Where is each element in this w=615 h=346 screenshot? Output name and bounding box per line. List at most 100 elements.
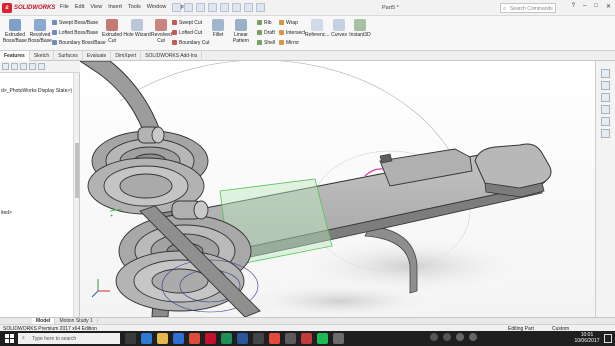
graphics-area[interactable]: ✦ xyxy=(80,61,595,317)
system-tray xyxy=(430,333,477,341)
menu-file[interactable]: File xyxy=(60,4,69,10)
menu-insert[interactable]: Insert xyxy=(108,4,122,10)
taskbar-search-input[interactable]: ⌕ Type here to search xyxy=(18,333,120,344)
search-input[interactable]: ⌕ Search Commands xyxy=(500,3,556,13)
swept-cut-button[interactable]: Swept Cut xyxy=(172,20,202,26)
app-icon-3[interactable] xyxy=(333,333,344,344)
tray-icon-1[interactable] xyxy=(430,333,438,341)
shell-button[interactable]: Shell xyxy=(257,40,275,46)
document-title: Part5 * xyxy=(382,5,399,11)
open-icon[interactable] xyxy=(184,3,193,12)
instant3d-button[interactable]: Instant3D xyxy=(349,19,371,38)
chrome-icon[interactable] xyxy=(189,333,200,344)
quick-access-toolbar xyxy=(172,3,265,12)
boundary-boss-button[interactable]: Boundary Boss/Base xyxy=(52,40,106,46)
property-manager-icon[interactable] xyxy=(11,63,18,70)
pin-small xyxy=(379,153,393,164)
intersect-button[interactable]: Intersect xyxy=(279,30,305,36)
lofted-cut-button[interactable]: Lofted Cut xyxy=(172,30,202,36)
menu-tools[interactable]: Tools xyxy=(128,4,141,10)
save-icon[interactable] xyxy=(196,3,205,12)
revolved-cut-button[interactable]: Revolved Cut xyxy=(151,19,172,44)
app-icon[interactable] xyxy=(253,333,264,344)
linear-pattern-button[interactable]: Linear Pattern xyxy=(227,19,255,44)
appearances-icon[interactable] xyxy=(601,117,610,126)
menu-window[interactable]: Window xyxy=(147,4,167,10)
taskbar-search-icon: ⌕ xyxy=(22,335,25,341)
tab-sketch[interactable]: Sketch xyxy=(30,51,55,61)
edge-icon[interactable] xyxy=(141,333,152,344)
task-view-icon[interactable] xyxy=(125,333,136,344)
rib-button[interactable]: Rib xyxy=(257,20,272,26)
maximize-button[interactable]: □ xyxy=(594,3,598,10)
boundary-cut-button[interactable]: Boundary Cut xyxy=(172,40,210,46)
hole-wizard-button[interactable]: Hole Wizard xyxy=(123,19,151,38)
help-button[interactable]: ? xyxy=(572,3,575,10)
panel-toolbar xyxy=(0,61,80,73)
view-palette-icon[interactable] xyxy=(601,105,610,114)
notification-icon[interactable] xyxy=(604,334,612,343)
boundary-cut-label: Boundary Cut xyxy=(179,40,210,46)
curves-button[interactable]: Curves xyxy=(329,19,349,38)
tab-features[interactable]: Features xyxy=(0,51,30,61)
design-library-icon[interactable] xyxy=(601,81,610,90)
lofted-boss-button[interactable]: Lofted Boss/Base xyxy=(52,30,98,36)
close-button[interactable]: ✕ xyxy=(606,3,611,10)
linear-pattern-label: Linear Pattern xyxy=(232,32,250,44)
clock[interactable]: 10:01 10/06/2017 xyxy=(574,332,600,344)
resources-icon[interactable] xyxy=(601,69,610,78)
select-icon[interactable] xyxy=(232,3,241,12)
mirror-button[interactable]: Mirror xyxy=(279,40,299,46)
rebuild-icon[interactable] xyxy=(244,3,253,12)
brand-name: SOLIDWORKS xyxy=(14,5,56,11)
network-icon[interactable] xyxy=(456,333,464,341)
windows-start-icon[interactable] xyxy=(5,334,14,343)
hole-wizard-icon xyxy=(131,19,143,31)
word-icon[interactable] xyxy=(237,333,248,344)
tab-evaluate[interactable]: Evaluate xyxy=(83,51,112,61)
extruded-cut-button[interactable]: Extruded Cut xyxy=(102,19,122,44)
lofted-cut-label: Lofted Cut xyxy=(179,30,203,36)
tray-icon-2[interactable] xyxy=(443,333,451,341)
display-state-item[interactable]: d>_PhotoWorks Display State>) xyxy=(1,88,72,94)
extruded-boss-button[interactable]: Extruded Boss/Base xyxy=(3,19,27,44)
minimize-button[interactable]: – xyxy=(583,3,586,10)
solidworks-logo[interactable]: ƨ SOLIDWORKS xyxy=(2,3,55,13)
menu-view[interactable]: View xyxy=(90,4,102,10)
feature-manager-icon[interactable] xyxy=(2,63,9,70)
model-view[interactable]: ✦ xyxy=(80,61,595,317)
revolved-boss-button[interactable]: Revolved Boss/Base xyxy=(28,19,52,44)
excel-icon[interactable] xyxy=(221,333,232,344)
spotify-icon[interactable] xyxy=(317,333,328,344)
options-icon[interactable] xyxy=(256,3,265,12)
volume-icon[interactable] xyxy=(469,333,477,341)
solidworks-taskbar-icon[interactable] xyxy=(205,333,216,344)
extruded-boss-label: Extruded Boss/Base xyxy=(3,32,27,44)
tab-addins[interactable]: SOLIDWORKS Add-Ins xyxy=(141,51,203,61)
draft-button[interactable]: Draft xyxy=(257,30,275,36)
undo-icon[interactable] xyxy=(220,3,229,12)
scrollbar-thumb[interactable] xyxy=(75,143,79,198)
new-document-icon[interactable] xyxy=(172,3,181,12)
dimxpert-manager-icon[interactable] xyxy=(29,63,36,70)
swept-boss-button[interactable]: Swept Boss/Base xyxy=(52,20,98,26)
lofted-boss-label: Lofted Boss/Base xyxy=(59,30,99,36)
tab-surfaces[interactable]: Surfaces xyxy=(54,51,83,61)
configuration-manager-icon[interactable] xyxy=(20,63,27,70)
tab-dimxpert[interactable]: DimXpert xyxy=(111,51,142,61)
wrap-button[interactable]: Wrap xyxy=(279,20,298,26)
media-icon[interactable] xyxy=(269,333,280,344)
print-icon[interactable] xyxy=(208,3,217,12)
custom-properties-icon[interactable] xyxy=(601,129,610,138)
panel-scrollbar[interactable] xyxy=(73,73,79,317)
file-explorer-icon[interactable] xyxy=(601,93,610,102)
reference-geometry-button[interactable]: Referenc... xyxy=(305,19,329,38)
settings-icon[interactable] xyxy=(285,333,296,344)
fillet-button[interactable]: Fillet xyxy=(209,19,227,38)
tree-item[interactable]: ited> xyxy=(1,210,12,216)
menu-edit[interactable]: Edit xyxy=(75,4,84,10)
store-icon[interactable] xyxy=(173,333,184,344)
display-manager-icon[interactable] xyxy=(38,63,45,70)
file-explorer-taskbar-icon[interactable] xyxy=(157,333,168,344)
app-icon-2[interactable] xyxy=(301,333,312,344)
